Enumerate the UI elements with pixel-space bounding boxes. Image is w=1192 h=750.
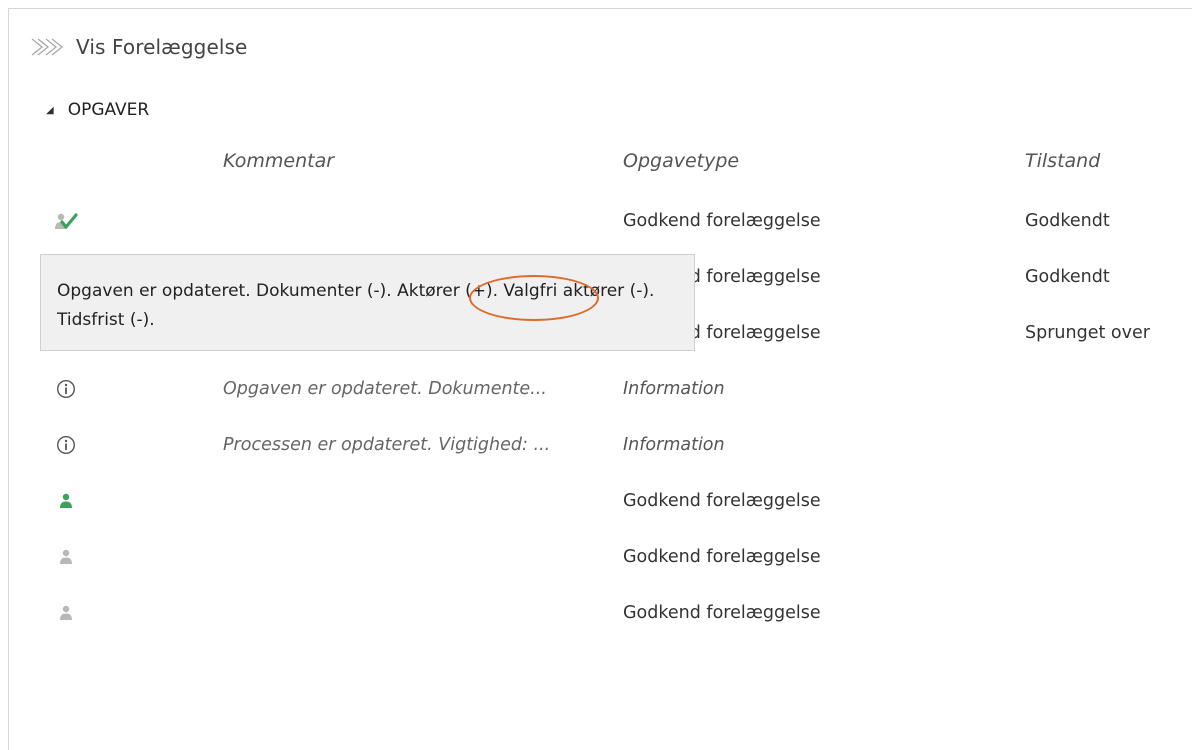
table-row[interactable]: Godkend forelæggelse bbox=[40, 529, 1192, 585]
comment-cell: Opgaven er opdateret. Dokumente... bbox=[223, 379, 547, 399]
task-type-cell: Godkend forelæggelse bbox=[623, 547, 821, 567]
page-title: Vis Forelæggelse bbox=[76, 35, 248, 59]
highlight-annotation-circle bbox=[469, 275, 599, 321]
info-icon bbox=[52, 375, 80, 403]
tooltip-text: Opgaven er opdateret. Dokumenter (-). Ak… bbox=[57, 281, 655, 330]
table-row[interactable]: Opgaven er opdateret. Dokumente... Infor… bbox=[40, 361, 1192, 417]
column-header-type[interactable]: Opgavetype bbox=[623, 150, 739, 172]
state-cell: Godkendt bbox=[1025, 267, 1110, 287]
tasks-section-toggle[interactable]: ◢ OPGAVER bbox=[46, 98, 149, 122]
column-header-state[interactable]: Tilstand bbox=[1025, 150, 1100, 172]
user-pending-icon bbox=[52, 599, 80, 627]
comment-cell bbox=[223, 585, 588, 641]
user-approved-icon bbox=[52, 207, 80, 235]
comment-cell bbox=[223, 193, 588, 249]
section-label: OPGAVER bbox=[67, 100, 150, 120]
comment-cell bbox=[223, 529, 588, 585]
column-header-comment[interactable]: Kommentar bbox=[223, 150, 334, 172]
comment-tooltip: Opgaven er opdateret. Dokumenter (-). Ak… bbox=[40, 254, 695, 351]
info-icon bbox=[52, 431, 80, 459]
task-type-cell: Information bbox=[623, 379, 725, 399]
state-cell: Godkendt bbox=[1025, 211, 1110, 231]
comment-cell bbox=[223, 473, 588, 529]
collapse-triangle-icon: ◢ bbox=[46, 104, 54, 116]
state-cell: Sprunget over bbox=[1025, 323, 1150, 343]
task-type-cell: Godkend forelæggelse bbox=[623, 491, 821, 511]
task-type-cell: Information bbox=[623, 435, 725, 455]
table-row[interactable]: Processen er opdateret. Vigtighed: ... I… bbox=[40, 417, 1192, 473]
view-presentation-header[interactable]: Vis Forelæggelse bbox=[30, 30, 247, 64]
table-row[interactable]: Godkend forelæggelse bbox=[40, 473, 1192, 529]
user-active-icon bbox=[52, 487, 80, 515]
task-type-cell: Godkend forelæggelse bbox=[623, 211, 821, 231]
comment-cell: Processen er opdateret. Vigtighed: ... bbox=[223, 435, 551, 455]
double-chevron-right-icon bbox=[31, 38, 64, 56]
task-type-cell: Godkend forelæggelse bbox=[623, 603, 821, 623]
user-pending-icon bbox=[52, 543, 80, 571]
table-row[interactable]: Godkend forelæggelse Godkendt bbox=[40, 193, 1192, 249]
table-row[interactable]: Godkend forelæggelse bbox=[40, 585, 1192, 641]
